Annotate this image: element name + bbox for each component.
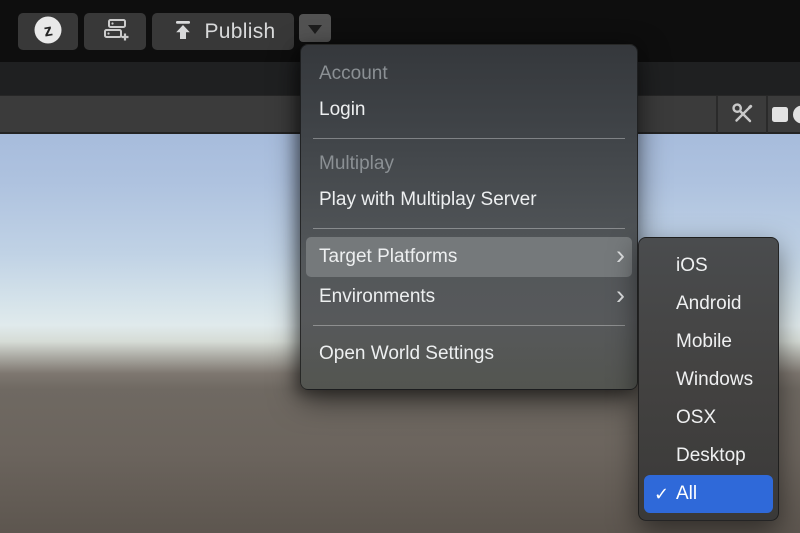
menu-item-target-platforms[interactable]: Target Platforms › (306, 237, 632, 277)
menu-item-login[interactable]: Login (301, 90, 637, 130)
submenu-item-label: Mobile (676, 331, 732, 352)
menu-divider (313, 138, 625, 139)
publish-button-label: Publish (204, 19, 276, 43)
submenu-item-ios[interactable]: iOS (639, 247, 778, 285)
submenu-item-windows[interactable]: Windows (639, 361, 778, 399)
menu-item-label: Login (319, 99, 366, 120)
add-server-button[interactable] (84, 13, 146, 50)
submenu-chevron-icon: › (616, 280, 625, 310)
menu-item-play-with-multiplay-server[interactable]: Play with Multiplay Server (301, 180, 637, 220)
submenu-item-android[interactable]: Android (639, 285, 778, 323)
server-add-icon (101, 16, 129, 47)
menu-divider (313, 228, 625, 229)
submenu-item-label: Windows (676, 369, 754, 390)
submenu-chevron-icon: › (616, 240, 625, 270)
submenu-item-all[interactable]: ✓ All (644, 475, 773, 513)
submenu-item-label: All (676, 483, 698, 504)
app-window: z Publish Account Login Multiplay Play w… (0, 0, 800, 533)
menu-item-label: Open World Settings (319, 343, 494, 364)
submenu-item-osx[interactable]: OSX (639, 399, 778, 437)
publish-menu: Account Login Multiplay Play with Multip… (300, 44, 638, 390)
submenu-item-label: Desktop (676, 445, 746, 466)
scene-tools-button[interactable] (722, 98, 764, 133)
tools-icon (730, 101, 756, 130)
submenu-item-label: OSX (676, 407, 717, 428)
menu-divider (313, 325, 625, 326)
publish-dropdown-button[interactable] (299, 14, 331, 42)
submenu-item-mobile[interactable]: Mobile (639, 323, 778, 361)
menu-item-label: Environments (319, 286, 436, 307)
submenu-item-label: iOS (676, 255, 708, 276)
menu-item-label: Target Platforms (319, 246, 458, 267)
publish-button[interactable]: Publish (152, 13, 294, 50)
submenu-item-label: Android (676, 293, 742, 314)
menu-section-header-account: Account (319, 63, 388, 84)
target-platforms-submenu: iOS Android Mobile Windows OSX Desktop ✓… (638, 237, 779, 521)
toolstrip-divider (716, 96, 718, 133)
z-logo-icon: z (33, 15, 63, 48)
menu-item-label: Play with Multiplay Server (319, 189, 537, 210)
submenu-item-desktop[interactable]: Desktop (639, 437, 778, 475)
z-logo-button[interactable]: z (18, 13, 78, 50)
menu-item-environments[interactable]: Environments › (301, 277, 637, 317)
camera-icon (768, 103, 800, 128)
camera-button[interactable] (772, 98, 800, 133)
checkmark-icon: ✓ (654, 484, 670, 504)
upload-icon (171, 18, 195, 45)
menu-item-open-world-settings[interactable]: Open World Settings (301, 334, 637, 374)
menu-section-header-multiplay: Multiplay (319, 153, 394, 174)
dropdown-caret-icon (308, 24, 322, 34)
